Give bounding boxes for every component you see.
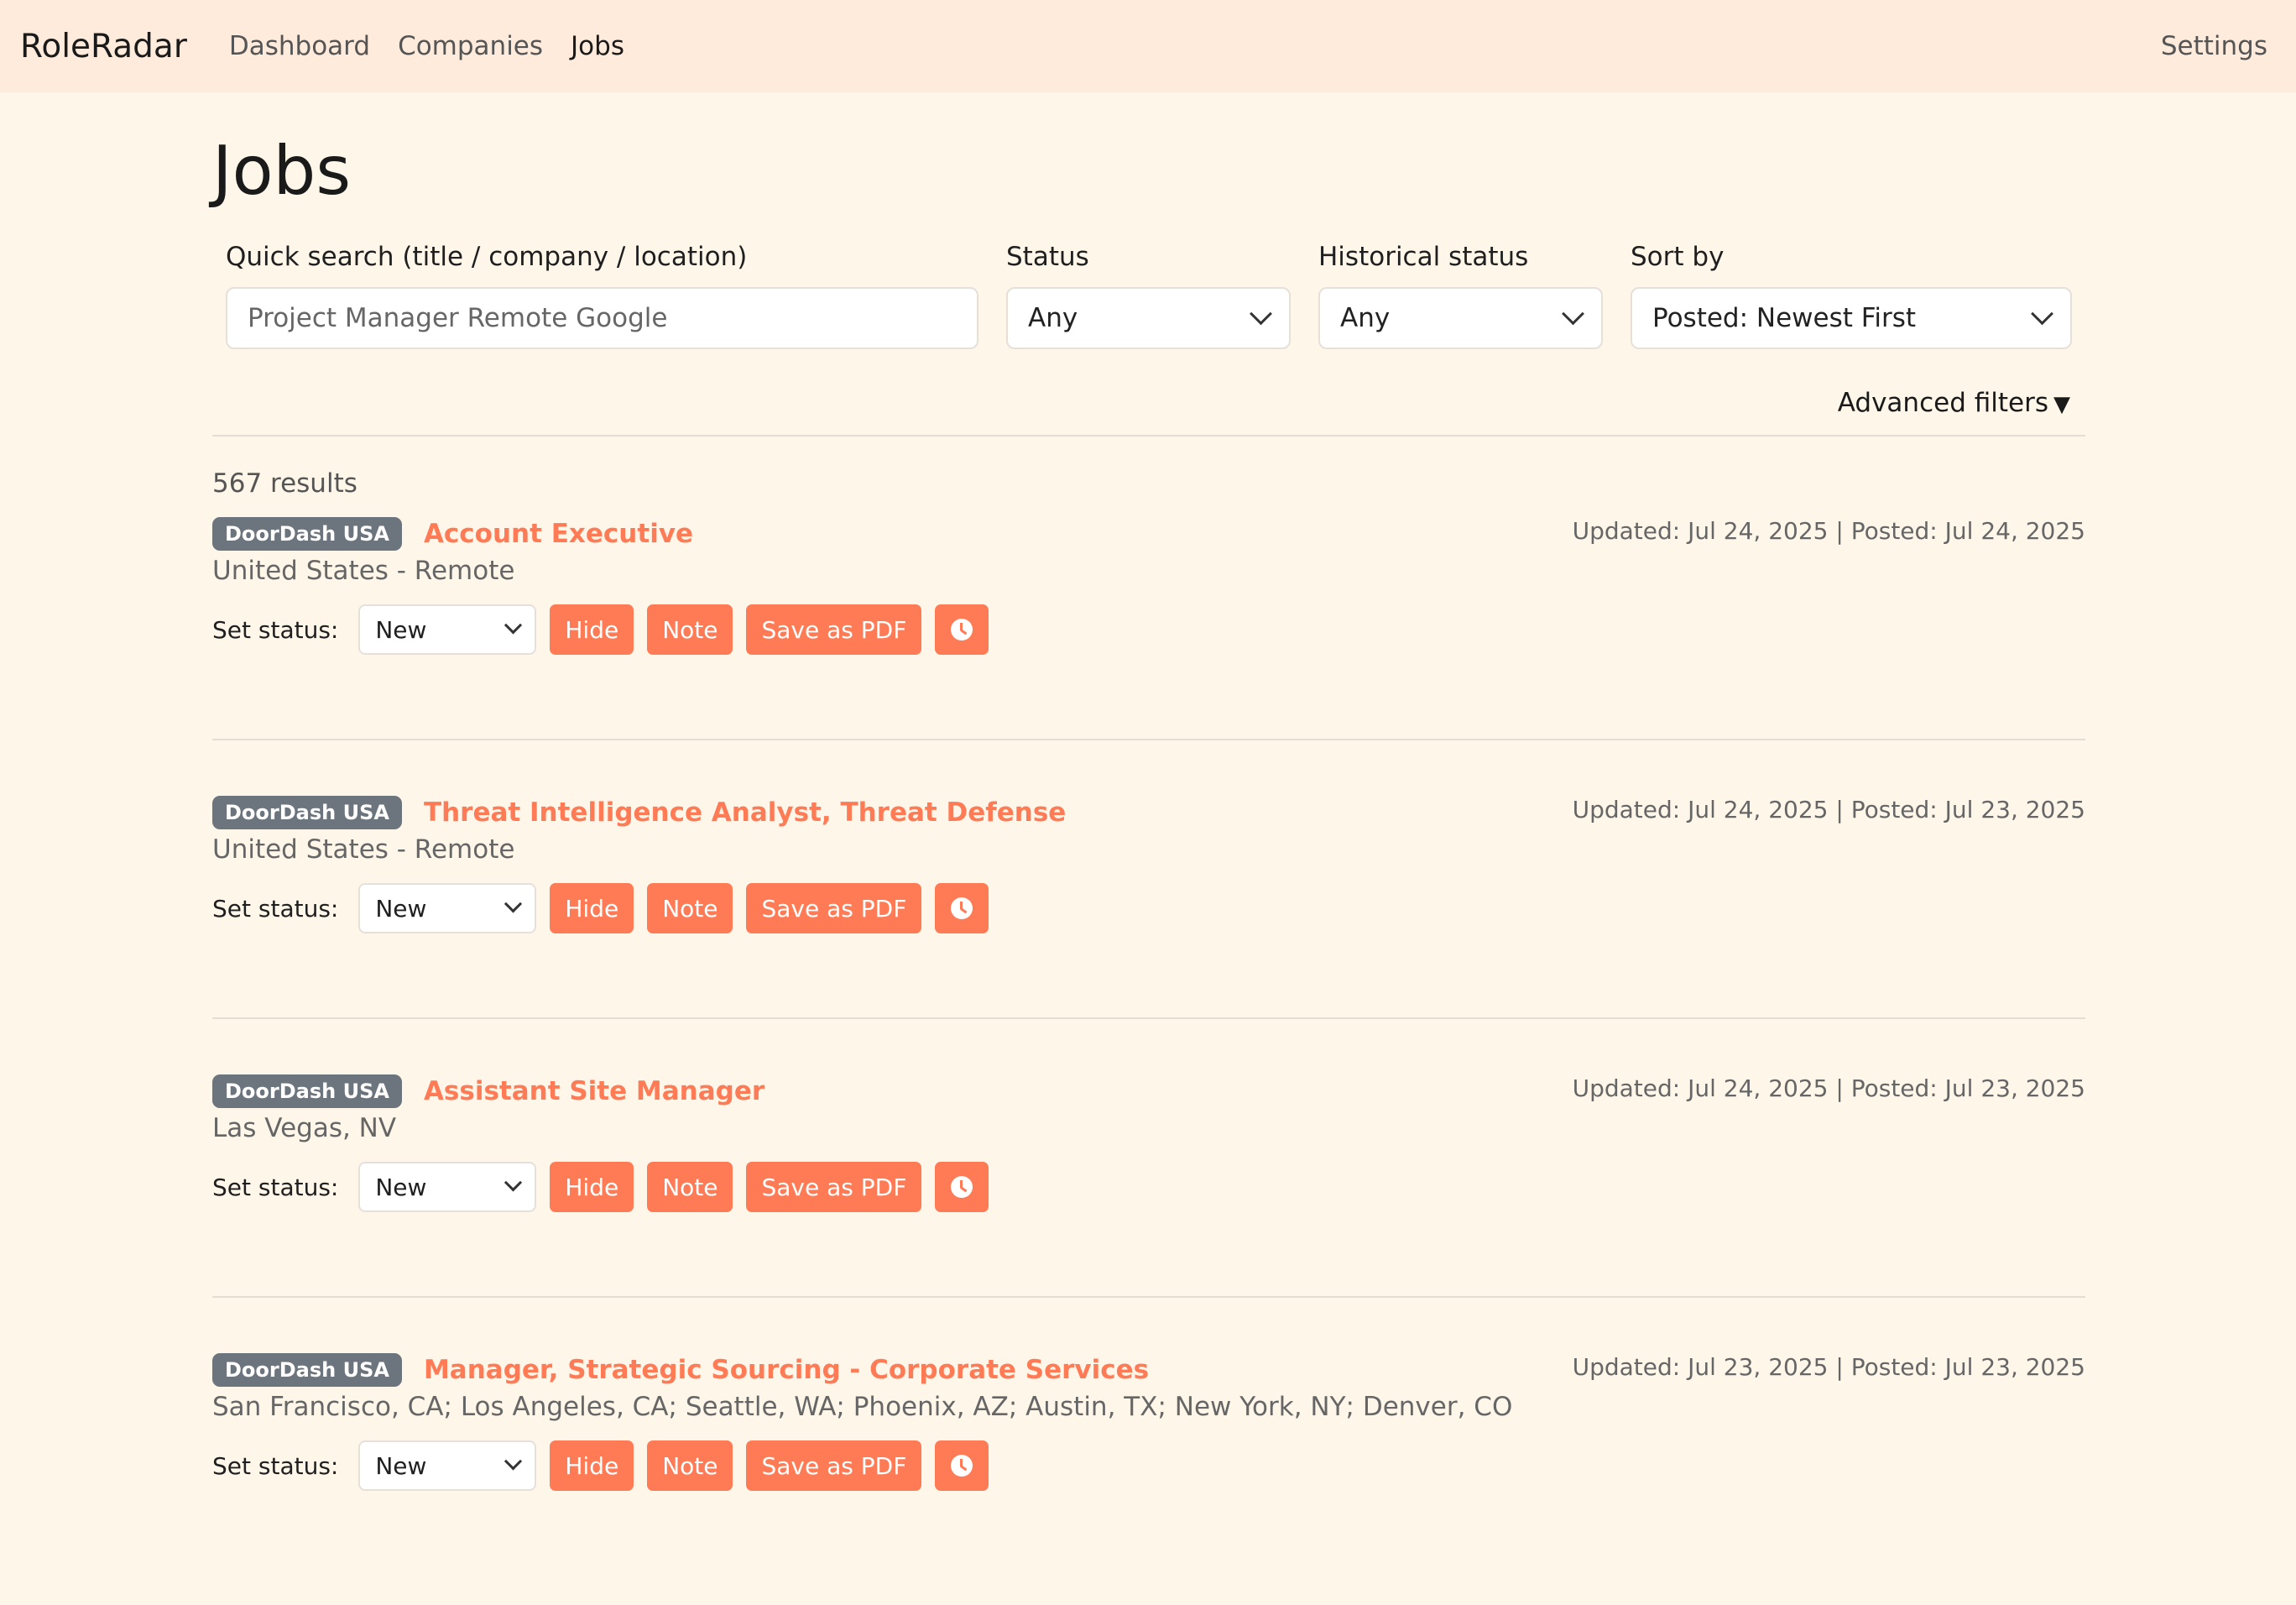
results-count: 567 results <box>212 468 357 499</box>
job-card: DoorDash USA Manager, Strategic Sourcing… <box>212 1353 2085 1605</box>
clock-icon <box>951 897 973 919</box>
save-pdf-button[interactable]: Save as PDF <box>746 883 922 933</box>
clock-icon <box>951 619 973 640</box>
job-dates: Updated: Jul 24, 2025 | Posted: Jul 23, … <box>1572 796 2085 823</box>
nav-dashboard[interactable]: Dashboard <box>229 31 370 61</box>
job-status-value: New <box>375 1173 427 1201</box>
hide-button[interactable]: Hide <box>550 883 634 933</box>
chevron-down-icon <box>504 1451 523 1470</box>
save-pdf-button[interactable]: Save as PDF <box>746 1162 922 1212</box>
history-button[interactable] <box>935 883 989 933</box>
job-location: United States - Remote <box>212 556 515 586</box>
clock-icon <box>951 1176 973 1198</box>
status-select[interactable]: Any <box>1006 287 1291 349</box>
history-button[interactable] <box>935 1440 989 1491</box>
job-dates: Updated: Jul 23, 2025 | Posted: Jul 23, … <box>1572 1353 2085 1381</box>
nav-settings[interactable]: Settings <box>2161 31 2267 61</box>
company-badge: DoorDash USA <box>212 796 402 829</box>
save-pdf-button[interactable]: Save as PDF <box>746 604 922 655</box>
hide-button[interactable]: Hide <box>550 604 634 655</box>
chevron-down-icon <box>2031 301 2053 325</box>
sort-label: Sort by <box>1631 242 1725 272</box>
search-placeholder: Project Manager Remote Google <box>248 303 668 333</box>
note-button[interactable]: Note <box>647 1440 733 1491</box>
page-title: Jobs <box>212 132 351 210</box>
status-label: Status <box>1006 242 1089 272</box>
job-location: United States - Remote <box>212 834 515 865</box>
job-status-select[interactable]: New <box>358 883 537 933</box>
job-dates: Updated: Jul 24, 2025 | Posted: Jul 24, … <box>1572 517 2085 545</box>
search-input[interactable]: Project Manager Remote Google <box>226 287 978 349</box>
historical-status-label: Historical status <box>1318 242 1529 272</box>
filter-bar: Quick search (title / company / location… <box>212 242 2085 418</box>
historical-status-select[interactable]: Any <box>1318 287 1603 349</box>
advanced-filters-toggle[interactable]: Advanced filters ▼ <box>1838 388 2070 418</box>
chevron-down-icon <box>1250 301 1272 325</box>
company-badge: DoorDash USA <box>212 517 402 551</box>
chevron-down-icon <box>504 615 523 634</box>
triangle-down-icon: ▼ <box>2053 392 2070 417</box>
set-status-label: Set status: <box>212 615 339 644</box>
job-header: DoorDash USA Account Executive <box>212 517 693 551</box>
set-status-label: Set status: <box>212 894 339 923</box>
note-button[interactable]: Note <box>647 1162 733 1212</box>
clock-icon <box>951 1455 973 1477</box>
advanced-filters-label: Advanced filters <box>1837 388 2048 418</box>
job-status-select[interactable]: New <box>358 604 537 655</box>
brand-logo[interactable]: RoleRadar <box>20 28 187 65</box>
main-content: Jobs Quick search (title / company / loc… <box>212 92 2085 1605</box>
job-list: DoorDash USA Account Executive Updated: … <box>212 517 2085 1605</box>
job-card: DoorDash USA Threat Intelligence Analyst… <box>212 796 2085 1048</box>
job-actions: Set status: New Hide Note Save as PDF <box>212 604 1002 655</box>
job-status-value: New <box>375 1451 427 1480</box>
historical-status-value: Any <box>1340 303 1391 333</box>
job-header: DoorDash USA Assistant Site Manager <box>212 1074 764 1108</box>
job-actions: Set status: New Hide Note Save as PDF <box>212 1440 1002 1491</box>
job-actions: Set status: New Hide Note Save as PDF <box>212 883 1002 933</box>
note-button[interactable]: Note <box>647 604 733 655</box>
top-navbar: RoleRadar Dashboard Companies Jobs Setti… <box>0 0 2296 92</box>
history-button[interactable] <box>935 604 989 655</box>
job-title-link[interactable]: Manager, Strategic Sourcing - Corporate … <box>424 1355 1149 1385</box>
company-badge: DoorDash USA <box>212 1353 402 1387</box>
job-header: DoorDash USA Threat Intelligence Analyst… <box>212 796 1066 829</box>
job-title-link[interactable]: Account Executive <box>424 519 693 549</box>
note-button[interactable]: Note <box>647 883 733 933</box>
job-status-select[interactable]: New <box>358 1162 537 1212</box>
job-card: DoorDash USA Assistant Site Manager Upda… <box>212 1074 2085 1326</box>
job-location: San Francisco, CA; Los Angeles, CA; Seat… <box>212 1392 1513 1422</box>
hide-button[interactable]: Hide <box>550 1440 634 1491</box>
save-pdf-button[interactable]: Save as PDF <box>746 1440 922 1491</box>
job-actions: Set status: New Hide Note Save as PDF <box>212 1162 1002 1212</box>
hide-button[interactable]: Hide <box>550 1162 634 1212</box>
job-status-select[interactable]: New <box>358 1440 537 1491</box>
history-button[interactable] <box>935 1162 989 1212</box>
sort-select-value: Posted: Newest First <box>1652 303 1916 333</box>
search-label: Quick search (title / company / location… <box>226 242 748 272</box>
nav-jobs[interactable]: Jobs <box>571 31 624 61</box>
company-badge: DoorDash USA <box>212 1074 402 1108</box>
job-location: Las Vegas, NV <box>212 1113 397 1143</box>
status-select-value: Any <box>1028 303 1078 333</box>
chevron-down-icon <box>504 1173 523 1191</box>
sort-select[interactable]: Posted: Newest First <box>1631 287 2072 349</box>
chevron-down-icon <box>1562 301 1584 325</box>
job-header: DoorDash USA Manager, Strategic Sourcing… <box>212 1353 1149 1387</box>
divider <box>212 435 2085 437</box>
job-status-value: New <box>375 894 427 923</box>
job-card: DoorDash USA Account Executive Updated: … <box>212 517 2085 769</box>
nav-companies[interactable]: Companies <box>398 31 543 61</box>
job-title-link[interactable]: Threat Intelligence Analyst, Threat Defe… <box>424 797 1066 828</box>
chevron-down-icon <box>504 894 523 912</box>
job-status-value: New <box>375 615 427 644</box>
job-dates: Updated: Jul 24, 2025 | Posted: Jul 23, … <box>1572 1074 2085 1102</box>
set-status-label: Set status: <box>212 1451 339 1480</box>
set-status-label: Set status: <box>212 1173 339 1201</box>
job-title-link[interactable]: Assistant Site Manager <box>424 1076 764 1106</box>
